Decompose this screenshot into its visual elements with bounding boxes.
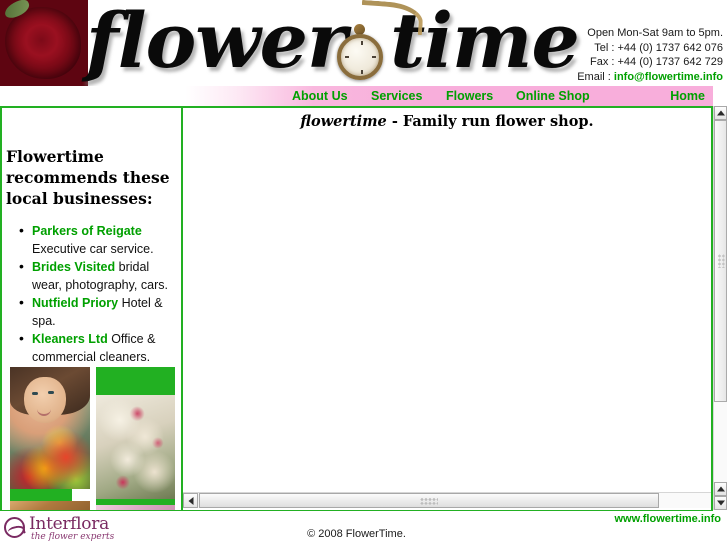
arrow-up-icon	[716, 110, 725, 116]
tagline-brand: flowertime	[300, 113, 387, 130]
business-description: Executive car service.	[32, 241, 154, 256]
business-link[interactable]: Brides Visited	[32, 260, 115, 274]
opening-hours: Open Mon-Sat 9am to 5pm.	[587, 27, 723, 39]
nav-item-online-shop[interactable]: Online Shop	[516, 89, 590, 103]
business-link[interactable]: Nutfield Priory	[32, 296, 118, 310]
scroll-down-button[interactable]	[714, 496, 727, 510]
green-block-decoration	[96, 367, 175, 395]
watch-chain-icon	[359, 0, 425, 36]
copyright-text: © 2008 FlowerTime.	[307, 528, 406, 540]
inner-frame-horizontal-scrollbar[interactable]	[183, 492, 711, 508]
scroll-grip-icon	[420, 497, 438, 504]
telephone-number: Tel : +44 (0) 1737 642 076	[594, 41, 723, 54]
scroll-left-button[interactable]	[183, 493, 198, 508]
watch-face-icon	[337, 34, 383, 80]
arrow-up-icon	[716, 486, 725, 492]
rose-leaf-icon	[2, 0, 32, 21]
site-footer: Interflora the flower experts © 2008 Flo…	[0, 510, 727, 545]
nav-item-flowers[interactable]: Flowers	[446, 89, 493, 103]
logo-text-flower: flower	[86, 0, 347, 85]
red-rose-photo	[0, 0, 88, 86]
site-url-link[interactable]: www.flowertime.info	[614, 513, 721, 525]
bride-with-bouquet-photo	[10, 367, 90, 489]
vertical-scroll-track[interactable]	[714, 120, 727, 482]
sidebar-heading: Flowertime recommends these local busine…	[6, 147, 170, 208]
nav-item-about-us[interactable]: About Us	[292, 89, 348, 103]
business-link[interactable]: Kleaners Ltd	[32, 332, 108, 346]
footer-divider	[0, 510, 713, 511]
list-item: Parkers of Reigate Executive car service…	[19, 222, 175, 258]
sidebar-photo-collage	[10, 361, 175, 510]
main-navigation: About Us Services Flowers Online Shop Ho…	[0, 86, 713, 106]
email-link[interactable]: info@flowertime.info	[614, 71, 723, 83]
horizontal-scroll-track[interactable]	[199, 493, 711, 508]
page-vertical-scrollbar[interactable]	[713, 106, 727, 510]
sidebar: Flowertime recommends these local busine…	[2, 108, 181, 510]
list-item: Nutfield Priory Hotel & spa.	[19, 294, 175, 330]
arrow-down-icon	[716, 500, 725, 506]
navigation-links: About Us Services Flowers Online Shop Ho…	[0, 86, 713, 106]
scroll-up-button-secondary[interactable]	[714, 482, 727, 496]
green-block-decoration	[10, 489, 72, 501]
pocket-watch-icon	[331, 0, 427, 86]
nav-item-home[interactable]: Home	[670, 89, 705, 103]
business-link[interactable]: Parkers of Reigate	[32, 224, 142, 238]
contact-info: Open Mon-Sat 9am to 5pm. Tel : +44 (0) 1…	[577, 26, 723, 84]
page-root: flower time Open Mon-Sat 9am to 5pm. Tel …	[0, 0, 727, 545]
main-content-pane: flowertime - Family run flower shop.	[183, 108, 711, 510]
email-label: Email :	[577, 70, 614, 83]
nav-item-services[interactable]: Services	[371, 89, 422, 103]
white-orchids-photo	[96, 395, 175, 499]
bride-eye-right	[48, 391, 54, 394]
recommended-businesses-list: Parkers of Reigate Executive car service…	[2, 222, 181, 366]
list-item: Brides Visited bridal wear, photography,…	[19, 258, 175, 294]
page-tagline: flowertime - Family run flower shop.	[183, 113, 711, 130]
horizontal-scroll-thumb[interactable]	[199, 493, 659, 508]
scroll-up-button[interactable]	[714, 106, 727, 120]
fax-number: Fax : +44 (0) 1737 642 729	[589, 56, 723, 68]
site-header: flower time Open Mon-Sat 9am to 5pm. Tel …	[0, 0, 727, 86]
bride-face	[24, 377, 66, 423]
email-line: Email : info@flowertime.info	[577, 70, 723, 85]
content-frame: Flowertime recommends these local busine…	[0, 106, 713, 510]
arrow-left-icon	[188, 496, 193, 505]
bride-eye-left	[32, 392, 38, 395]
vertical-scroll-thumb[interactable]	[714, 120, 727, 402]
scroll-grip-icon	[717, 254, 724, 268]
tagline-text: - Family run flower shop.	[386, 113, 594, 130]
bouquet-photo-strip	[10, 501, 90, 510]
